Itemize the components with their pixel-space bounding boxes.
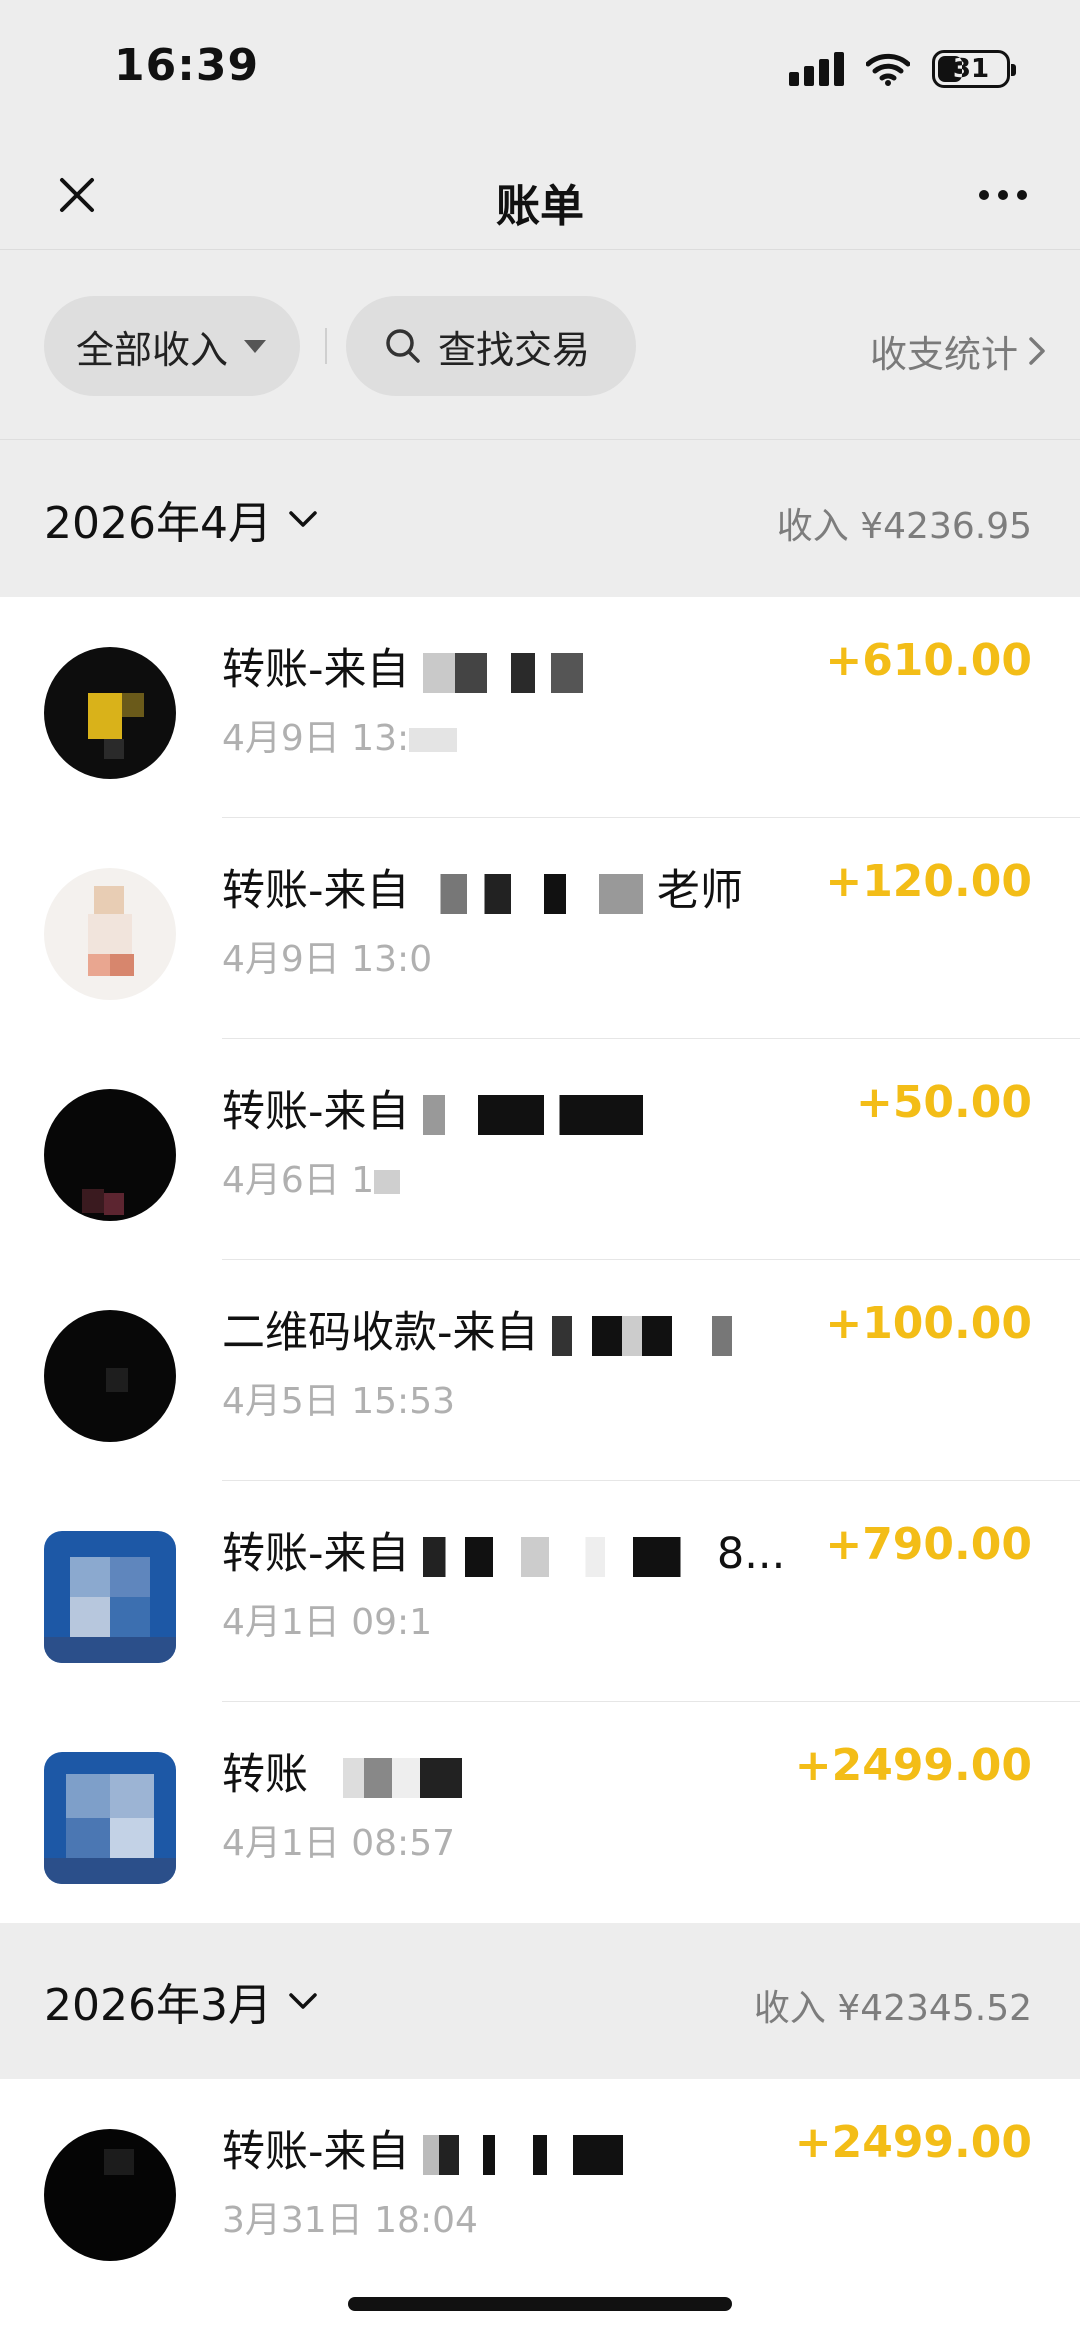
transaction-time: 4月1日 09:1 [222, 1602, 433, 1643]
search-transactions-button[interactable]: 查找交易 [346, 296, 636, 396]
more-button[interactable] [970, 162, 1036, 228]
home-indicator [348, 2297, 732, 2311]
status-bar: 16:39 31 [0, 0, 1080, 140]
transaction-time: 4月1日 08:57 [222, 1823, 455, 1864]
redacted-name [423, 1094, 644, 1135]
transaction-title: 转账-来自 8... [222, 1529, 786, 1579]
month-income-summary: 收入 ¥4236.95 [776, 506, 1032, 547]
more-dot-icon [1017, 190, 1027, 200]
redacted-name [423, 652, 584, 693]
avatar [44, 1531, 176, 1663]
month-header-april[interactable]: 2026年4月 收入 ¥4236.95 [0, 441, 1080, 597]
search-icon [386, 329, 420, 363]
transaction-title: 转账 [222, 1740, 462, 1802]
transaction-amount: +50.00 [855, 1077, 1032, 1128]
redacted-name [321, 1757, 462, 1798]
transaction-row[interactable]: 转账 4月1日 08:57 +2499.00 [0, 1702, 1080, 1923]
transaction-amount: +2499.00 [794, 1740, 1032, 1791]
status-time: 16:39 [114, 40, 260, 91]
transaction-row[interactable]: 转账-来自 4月9日 13: +610.00 [0, 597, 1080, 818]
transaction-amount: +610.00 [825, 635, 1032, 686]
battery-icon: 31 [932, 50, 1016, 88]
filter-bar: 全部收入 查找交易 收支统计 [0, 250, 1080, 440]
transaction-time: 4月9日 13: [222, 709, 458, 761]
transaction-title: 转账-来自 [222, 635, 584, 697]
transaction-title: 转账-来自 [222, 2117, 624, 2179]
chevron-down-icon [289, 511, 317, 527]
search-label: 查找交易 [438, 327, 591, 372]
stats-label: 收支统计 [870, 333, 1018, 376]
redacted-name [423, 1536, 704, 1577]
avatar [44, 647, 176, 779]
filter-divider [325, 328, 327, 364]
transaction-list-april: 转账-来自 4月9日 13: +610.00 转账-来自 老师 4月9日 13:… [0, 597, 1080, 1923]
more-dot-icon [998, 190, 1008, 200]
bill-page: 16:39 31 账单 全部收入 查找交易 收支统计 2026年4月 收入 ¥4… [0, 0, 1080, 2337]
transaction-title: 转账-来自 [222, 1077, 644, 1139]
transaction-row[interactable]: 转账-来自 8... 4月1日 09:1 +790.00 [0, 1481, 1080, 1702]
transaction-time: 3月31日 18:04 [222, 2200, 478, 2241]
avatar [44, 1089, 176, 1221]
transaction-amount: +120.00 [825, 856, 1032, 907]
transaction-row[interactable]: 转账-来自 4月6日 1 +50.00 [0, 1039, 1080, 1260]
battery-level: 31 [952, 54, 990, 84]
redacted-name [423, 2134, 624, 2175]
avatar [44, 1310, 176, 1442]
transaction-time: 4月9日 13:0 [222, 939, 433, 980]
wifi-icon [866, 53, 910, 86]
transaction-title: 二维码收款-来自 [222, 1298, 753, 1360]
avatar [44, 1752, 176, 1884]
transaction-amount: +100.00 [825, 1298, 1032, 1349]
transaction-time: 4月6日 1 [222, 1151, 401, 1203]
avatar [44, 2129, 176, 2261]
income-filter-dropdown[interactable]: 全部收入 [44, 296, 300, 396]
month-label: 2026年4月 [44, 487, 318, 551]
nav-bar: 账单 [0, 140, 1080, 250]
signal-icon [789, 52, 844, 86]
transaction-title: 转账-来自 老师 [222, 866, 743, 916]
month-label-text: 2026年4月 [44, 498, 272, 549]
month-label: 2026年3月 [44, 1969, 318, 2033]
month-header-march[interactable]: 2026年3月 收入 ¥42345.52 [0, 1923, 1080, 2079]
status-icons: 31 [789, 50, 1016, 88]
transaction-amount: +790.00 [825, 1519, 1032, 1570]
transaction-row[interactable]: 转账-来自 老师 4月9日 13:0 +120.00 [0, 818, 1080, 1039]
chevron-right-icon [1029, 337, 1045, 365]
month-income-summary: 收入 ¥42345.52 [753, 1988, 1032, 2029]
month-label-text: 2026年3月 [44, 1980, 272, 2031]
page-title: 账单 [496, 181, 584, 232]
transaction-amount: +2499.00 [794, 2117, 1032, 2168]
transaction-row[interactable]: 二维码收款-来自 4月5日 15:53 +100.00 [0, 1260, 1080, 1481]
transaction-row[interactable]: 转账-来自 3月31日 18:04 +2499.00 [0, 2079, 1080, 2300]
stats-link[interactable]: 收支统计 [870, 324, 1046, 378]
filter-label: 全部收入 [76, 327, 229, 372]
more-dot-icon [979, 190, 989, 200]
caret-down-icon [244, 339, 267, 353]
chevron-down-icon [289, 1993, 317, 2009]
redacted-name [423, 873, 644, 914]
redacted-name [552, 1315, 753, 1356]
avatar [44, 868, 176, 1000]
transaction-time: 4月5日 15:53 [222, 1381, 455, 1422]
